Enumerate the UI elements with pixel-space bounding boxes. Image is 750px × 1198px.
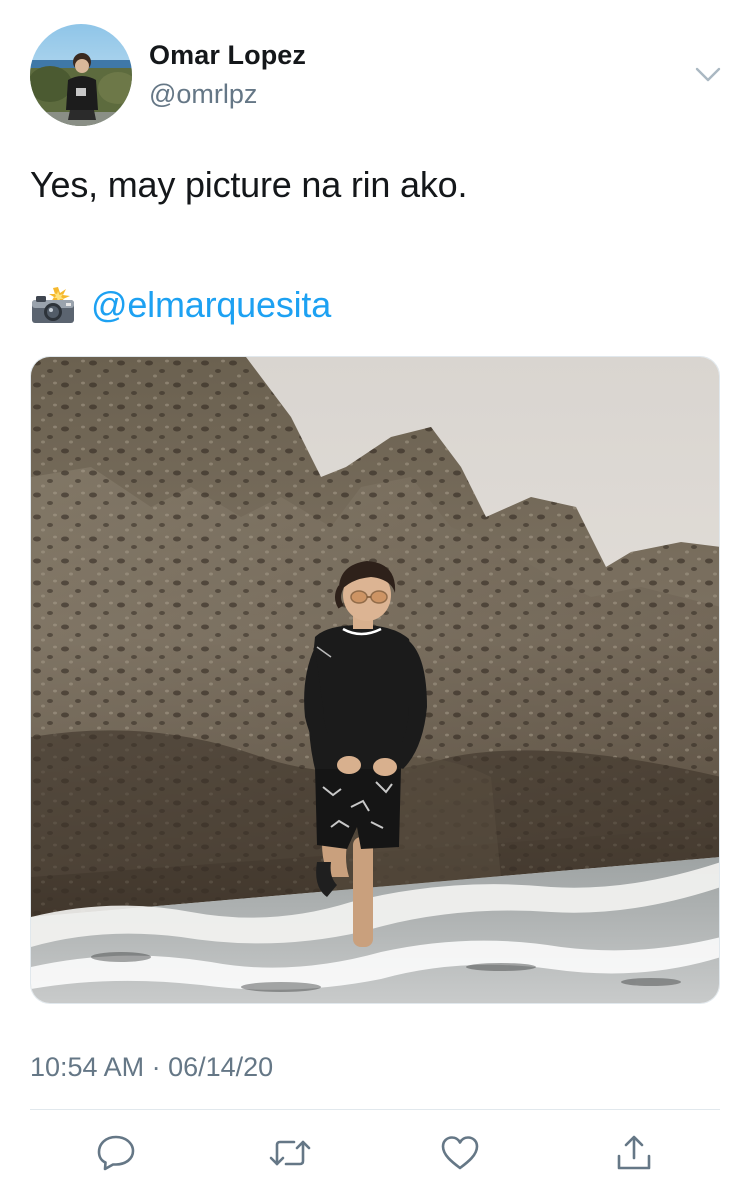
- share-icon: [617, 1135, 651, 1170]
- divider: [30, 1109, 720, 1110]
- photo-image: [31, 357, 719, 1003]
- tweet-timestamp[interactable]: 10:54 AM · 06/14/20: [30, 1052, 273, 1083]
- avatar-photo: [30, 24, 132, 126]
- tweet-text: Yes, may picture na rin ako.: [30, 164, 468, 205]
- mention-link[interactable]: @elmarquesita: [91, 284, 331, 326]
- author-name[interactable]: Omar Lopez: [149, 40, 306, 71]
- retweet-button[interactable]: [268, 1133, 312, 1173]
- photo-credit: @elmarquesita: [30, 284, 331, 326]
- camera-with-flash-icon: [30, 285, 76, 325]
- chevron-down-icon[interactable]: [693, 62, 723, 86]
- reply-button[interactable]: [94, 1133, 138, 1173]
- share-button[interactable]: [612, 1133, 656, 1173]
- avatar[interactable]: [30, 24, 132, 126]
- reply-icon: [97, 1135, 135, 1171]
- retweet-icon: [269, 1140, 311, 1166]
- like-icon: [441, 1136, 479, 1170]
- like-button[interactable]: [438, 1133, 482, 1173]
- tweet-photo[interactable]: [30, 356, 720, 1004]
- author-handle[interactable]: @omrlpz: [149, 79, 257, 110]
